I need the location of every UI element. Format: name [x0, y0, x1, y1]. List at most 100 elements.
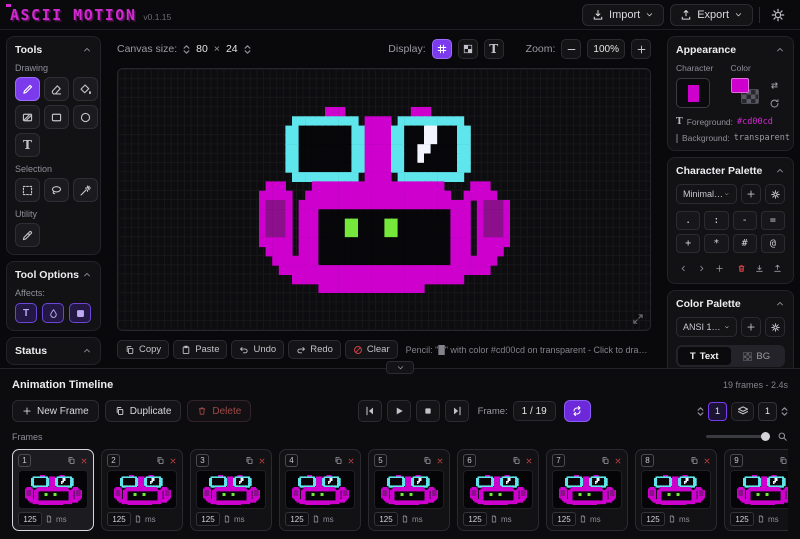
chevron-up-icon[interactable]	[82, 45, 92, 55]
frames-strip[interactable]: 1 125 ms 2 125 ms 3	[12, 449, 788, 538]
palette-char-button[interactable]: -	[733, 211, 757, 230]
frame-duration-value[interactable]: 125	[641, 512, 665, 526]
rectangle-tool-button[interactable]	[44, 105, 69, 129]
stop-button[interactable]	[416, 400, 440, 422]
timeline-collapse-button[interactable]	[386, 361, 414, 374]
drawing-canvas-area[interactable]	[117, 68, 651, 331]
clear-button[interactable]: Clear	[345, 340, 398, 359]
frame-duration-value[interactable]: 125	[552, 512, 576, 526]
frame-duplicate-button[interactable]	[512, 456, 521, 465]
chevron-up-icon[interactable]	[82, 346, 92, 356]
frame-thumbnail[interactable]	[196, 470, 266, 509]
frame-thumbnail[interactable]	[463, 470, 533, 509]
reset-colors-button[interactable]	[766, 96, 783, 111]
thumbnail-size-slider[interactable]	[706, 435, 770, 438]
palette-char-button[interactable]: .	[676, 211, 700, 230]
copy-button[interactable]: Copy	[117, 340, 169, 359]
zoom-out-button[interactable]	[561, 39, 581, 59]
skip-end-button[interactable]	[445, 400, 469, 422]
onion-next-stepper[interactable]	[781, 407, 788, 416]
frame-delete-button[interactable]	[169, 457, 177, 465]
palette-char-button[interactable]: #	[733, 234, 757, 253]
chevron-up-icon[interactable]	[775, 45, 785, 55]
chevron-up-icon[interactable]	[82, 270, 92, 280]
frame-duplicate-button[interactable]	[690, 456, 699, 465]
frame-card[interactable]: 1 125 ms	[12, 449, 94, 531]
frame-duplicate-button[interactable]	[156, 456, 165, 465]
character-palette-settings-button[interactable]	[765, 184, 785, 204]
palette-next-button[interactable]	[694, 261, 709, 276]
frame-card[interactable]: 9 125 ms	[724, 449, 788, 531]
palette-char-button[interactable]: *	[704, 234, 728, 253]
palette-import-button[interactable]	[770, 261, 785, 276]
chevron-up-icon[interactable]	[775, 166, 785, 176]
frame-delete-button[interactable]	[525, 457, 533, 465]
palette-char-button[interactable]: :	[704, 211, 728, 230]
bg-color-segment[interactable]: BG	[731, 347, 784, 365]
frame-delete-button[interactable]	[80, 457, 88, 465]
frame-thumbnail[interactable]	[18, 470, 88, 509]
pencil-tool-button[interactable]	[15, 77, 40, 101]
text-color-segment[interactable]: T Text	[678, 347, 731, 365]
frame-thumbnail[interactable]	[730, 470, 788, 509]
frame-delete-button[interactable]	[258, 457, 266, 465]
fullscreen-button[interactable]	[632, 313, 644, 325]
ellipse-tool-button[interactable]	[73, 105, 98, 129]
frame-delete-button[interactable]	[347, 457, 355, 465]
palette-char-button[interactable]: +	[676, 234, 700, 253]
frame-delete-button[interactable]	[436, 457, 444, 465]
frame-duration-value[interactable]: 125	[730, 512, 754, 526]
frame-card[interactable]: 2 125 ms	[101, 449, 183, 531]
palette-add-button[interactable]	[712, 261, 727, 276]
frame-duration-value[interactable]: 125	[285, 512, 309, 526]
duplicate-frame-button[interactable]: Duplicate	[105, 400, 182, 422]
affects-foreground-toggle[interactable]	[42, 303, 64, 323]
frame-thumbnail[interactable]	[285, 470, 355, 509]
export-button[interactable]: Export	[670, 4, 753, 26]
frame-duration-value[interactable]: 125	[463, 512, 487, 526]
frame-thumbnail[interactable]	[641, 470, 711, 509]
foreground-color-swatch[interactable]	[731, 78, 749, 93]
palette-char-button[interactable]: =	[761, 211, 785, 230]
slider-knob[interactable]	[761, 432, 770, 441]
frame-thumbnail[interactable]	[107, 470, 177, 509]
frame-duration-value[interactable]: 125	[374, 512, 398, 526]
canvas-width-stepper[interactable]	[183, 45, 190, 54]
frame-card[interactable]: 5 125 ms	[368, 449, 450, 531]
select-tool-button[interactable]	[15, 178, 40, 202]
color-preset-select[interactable]: ANSI 16-Col...	[676, 317, 737, 337]
canvas-height-stepper[interactable]	[244, 45, 251, 54]
theme-toggle-button[interactable]	[766, 4, 790, 26]
selected-character-swatch[interactable]	[676, 78, 710, 108]
new-frame-button[interactable]: New Frame	[12, 400, 99, 422]
lasso-tool-button[interactable]	[44, 178, 69, 202]
palette-char-button[interactable]: @	[761, 234, 785, 253]
character-preset-select[interactable]: Minimal ASC...	[676, 184, 737, 204]
frame-card[interactable]: 7 125 ms	[546, 449, 628, 531]
frame-duplicate-button[interactable]	[601, 456, 610, 465]
frame-duration-value[interactable]: 125	[196, 512, 220, 526]
loop-toggle-button[interactable]	[564, 400, 591, 422]
eyedropper-tool-button[interactable]	[15, 223, 40, 247]
redo-button[interactable]: Redo	[288, 340, 341, 359]
color-palette-settings-button[interactable]	[765, 317, 785, 337]
frame-duration-value[interactable]: 125	[107, 512, 131, 526]
frame-card[interactable]: 3 125 ms	[190, 449, 272, 531]
palette-delete-button[interactable]	[734, 261, 749, 276]
affects-character-toggle[interactable]: T	[15, 303, 37, 323]
text-tool-button[interactable]: T	[15, 133, 40, 157]
display-char-toggle[interactable]: T	[484, 39, 504, 59]
affects-background-toggle[interactable]	[69, 303, 91, 323]
add-color-button[interactable]	[741, 317, 761, 337]
onion-prev-stepper[interactable]	[697, 407, 704, 416]
frame-duplicate-button[interactable]	[245, 456, 254, 465]
paint-bucket-tool-button[interactable]	[73, 77, 98, 101]
fill-rect-tool-button[interactable]	[15, 105, 40, 129]
swap-colors-button[interactable]	[766, 78, 783, 93]
display-grid-toggle[interactable]	[432, 39, 452, 59]
magic-wand-tool-button[interactable]	[73, 178, 98, 202]
frame-thumbnail[interactable]	[374, 470, 444, 509]
frame-thumbnail[interactable]	[552, 470, 622, 509]
frame-duplicate-button[interactable]	[423, 456, 432, 465]
frame-delete-button[interactable]	[703, 457, 711, 465]
